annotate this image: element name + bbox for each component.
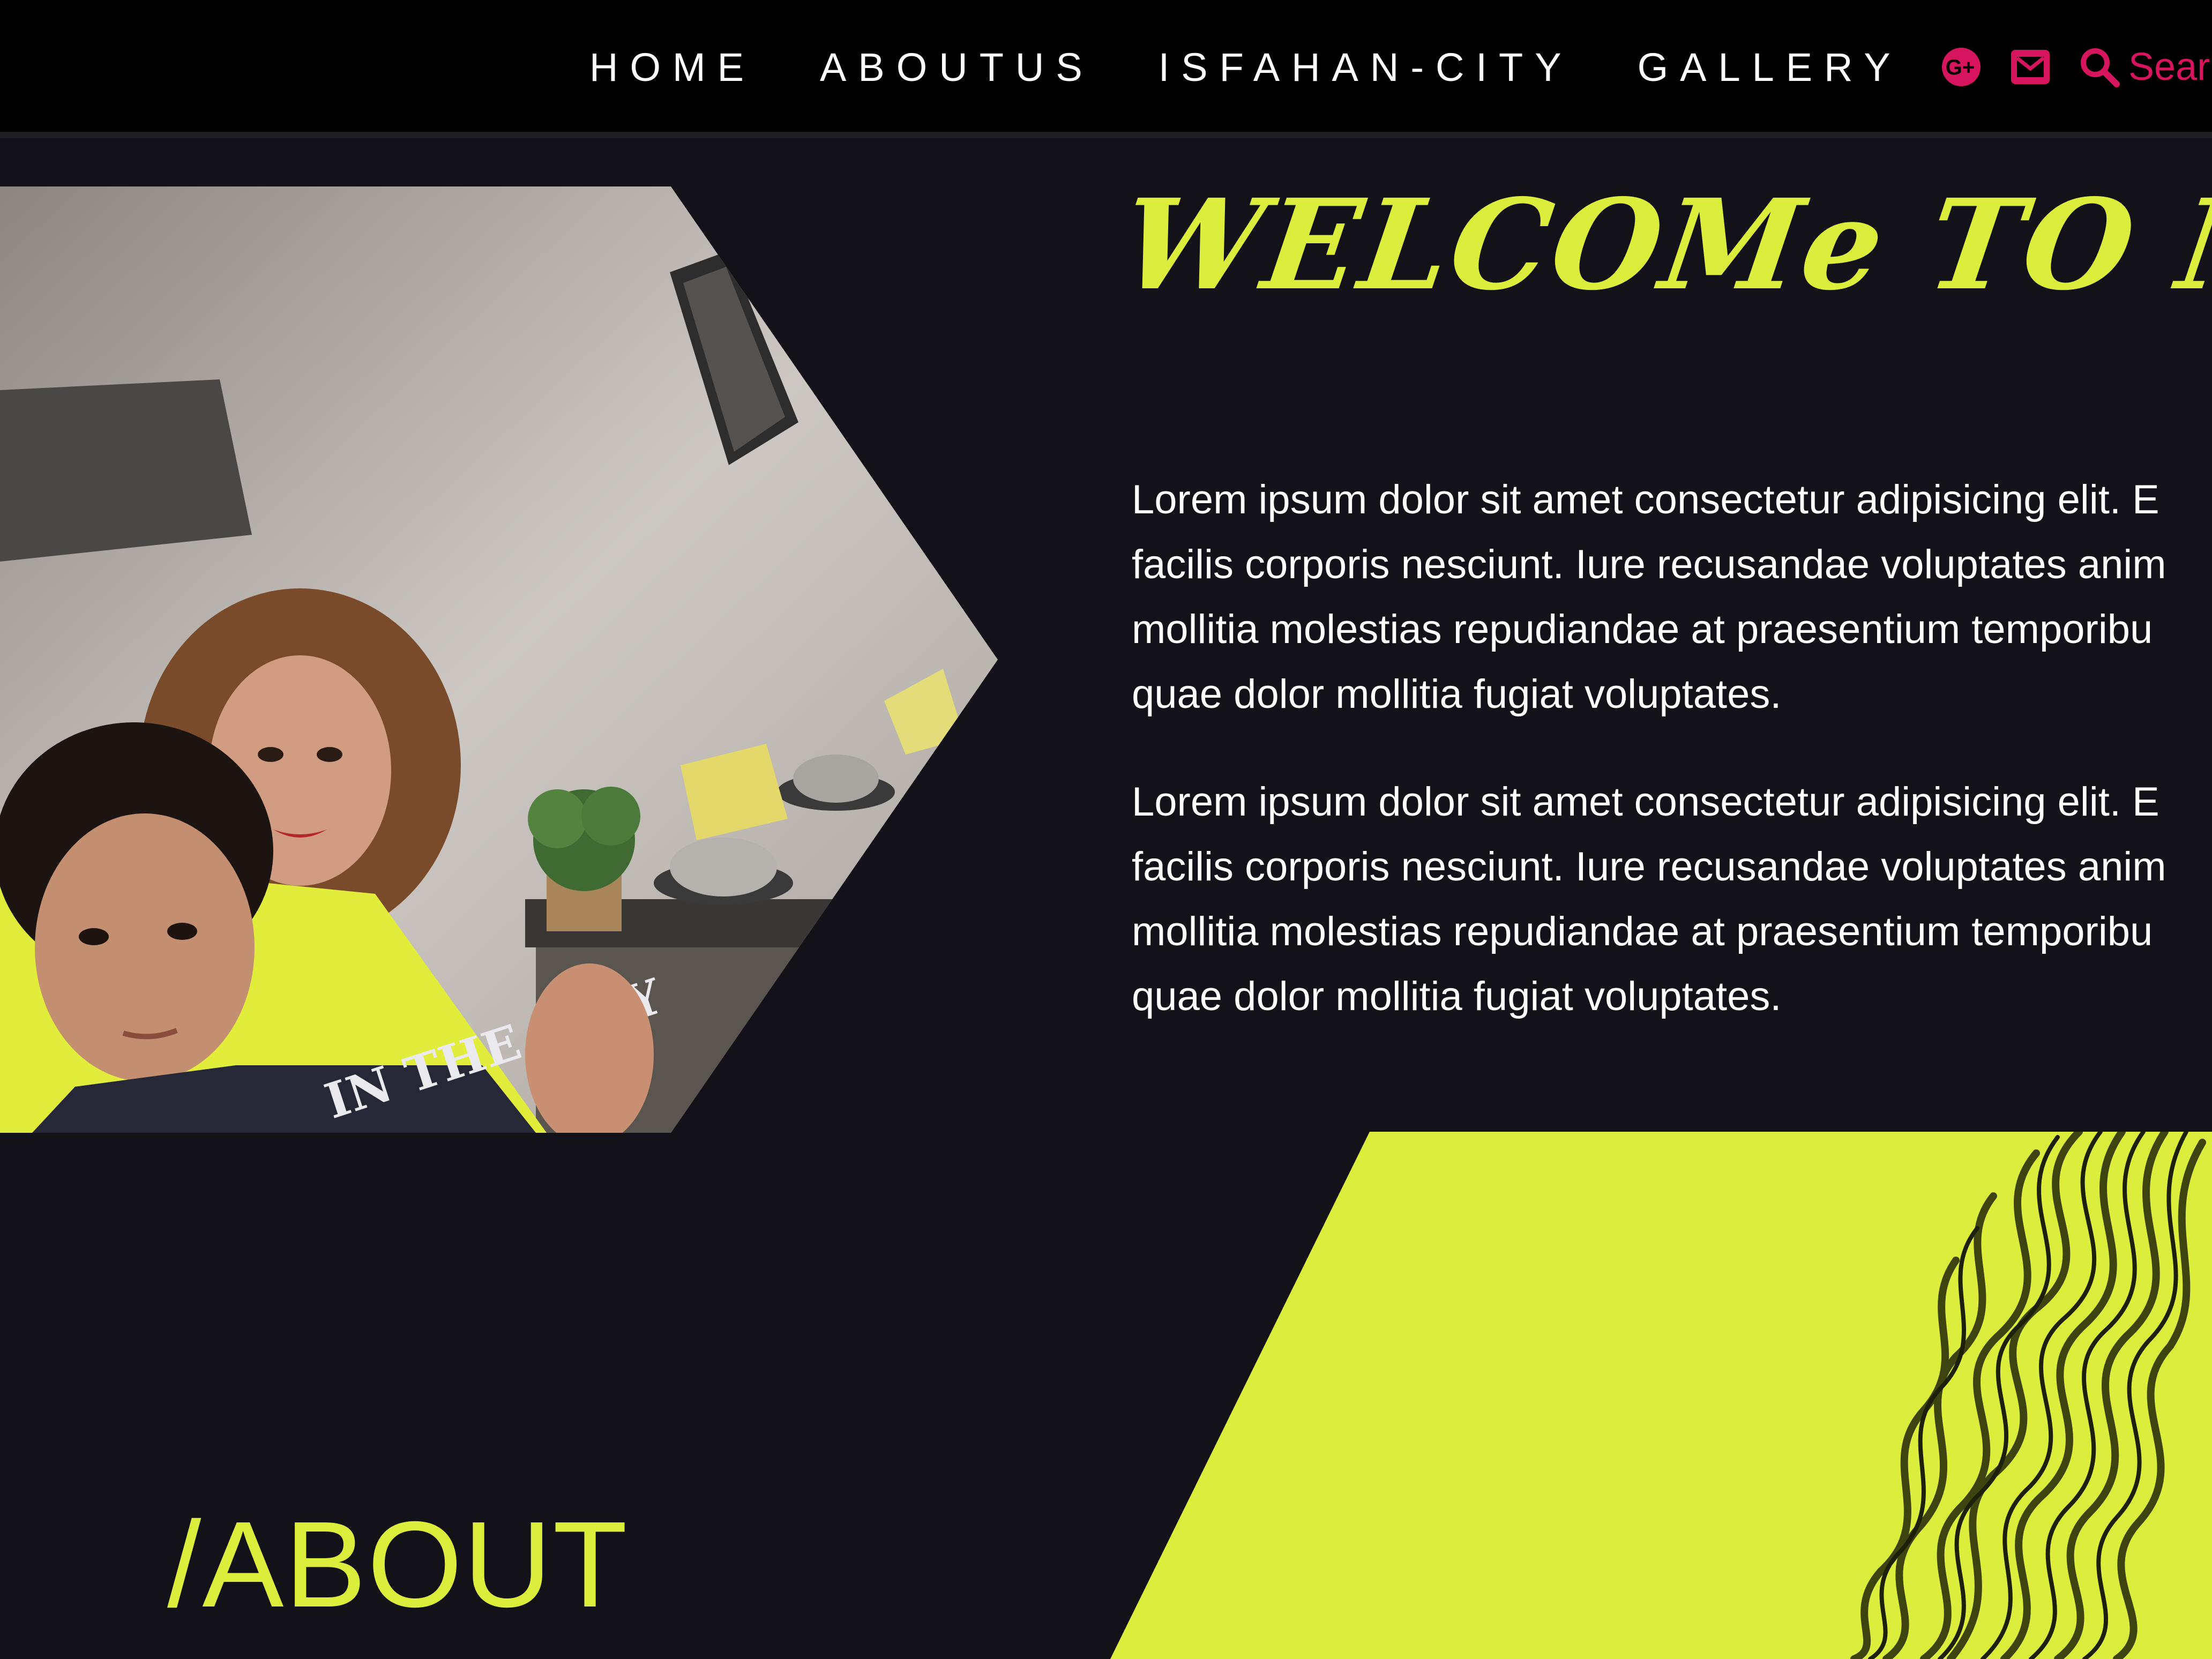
svg-text:G+: G+ <box>1946 56 1975 79</box>
nav-icons: G+ Sear <box>1940 0 2210 134</box>
hero-photo: IN THE CITY <box>0 186 999 1133</box>
navbar: HOME ABOUTUS ISFAHAN-CITY GALLERY G+ Sea… <box>0 0 2212 138</box>
paragraph-line: Lorem ipsum dolor sit amet consectetur a… <box>1132 477 2159 522</box>
search-label: Sear <box>2128 46 2210 88</box>
nav-links: HOME ABOUTUS ISFAHAN-CITY GALLERY <box>589 0 1902 134</box>
nav-link-gallery[interactable]: GALLERY <box>1638 44 1902 90</box>
search-icon <box>2081 48 2120 87</box>
paragraph-line: quae dolor mollitia fugiat voluptates. <box>1132 974 1782 1019</box>
search-control[interactable]: Sear <box>2078 45 2210 89</box>
nav-link-aboutus[interactable]: ABOUTUS <box>820 44 1094 90</box>
hero-title: WELCOMe TO MY WEB S <box>1113 171 2212 318</box>
nav-link-home[interactable]: HOME <box>589 44 756 90</box>
nav-link-isfahan-city[interactable]: ISFAHAN-CITY <box>1159 44 1573 90</box>
hero-paragraph-1: Lorem ipsum dolor sit amet consectetur a… <box>1132 467 2212 727</box>
page: HOME ABOUTUS ISFAHAN-CITY GALLERY G+ Sea… <box>0 0 2212 1659</box>
paragraph-line: facilis corporis nesciunt. Iure recusand… <box>1132 542 2166 587</box>
paragraph-line: Lorem ipsum dolor sit amet consectetur a… <box>1132 779 2159 825</box>
paragraph-line: mollitia molestias repudiandae at praese… <box>1132 909 2153 954</box>
paragraph-line: mollitia molestias repudiandae at praese… <box>1132 607 2153 652</box>
paragraph-line: quae dolor mollitia fugiat voluptates. <box>1132 671 1782 717</box>
hero-paragraph-2: Lorem ipsum dolor sit amet consectetur a… <box>1132 769 2212 1029</box>
mail-icon[interactable] <box>2009 48 2051 86</box>
about-heading: /ABOUT <box>167 1497 629 1633</box>
paragraph-line: facilis corporis nesciunt. Iure recusand… <box>1132 844 2166 890</box>
google-plus-icon[interactable]: G+ <box>1940 46 1983 88</box>
